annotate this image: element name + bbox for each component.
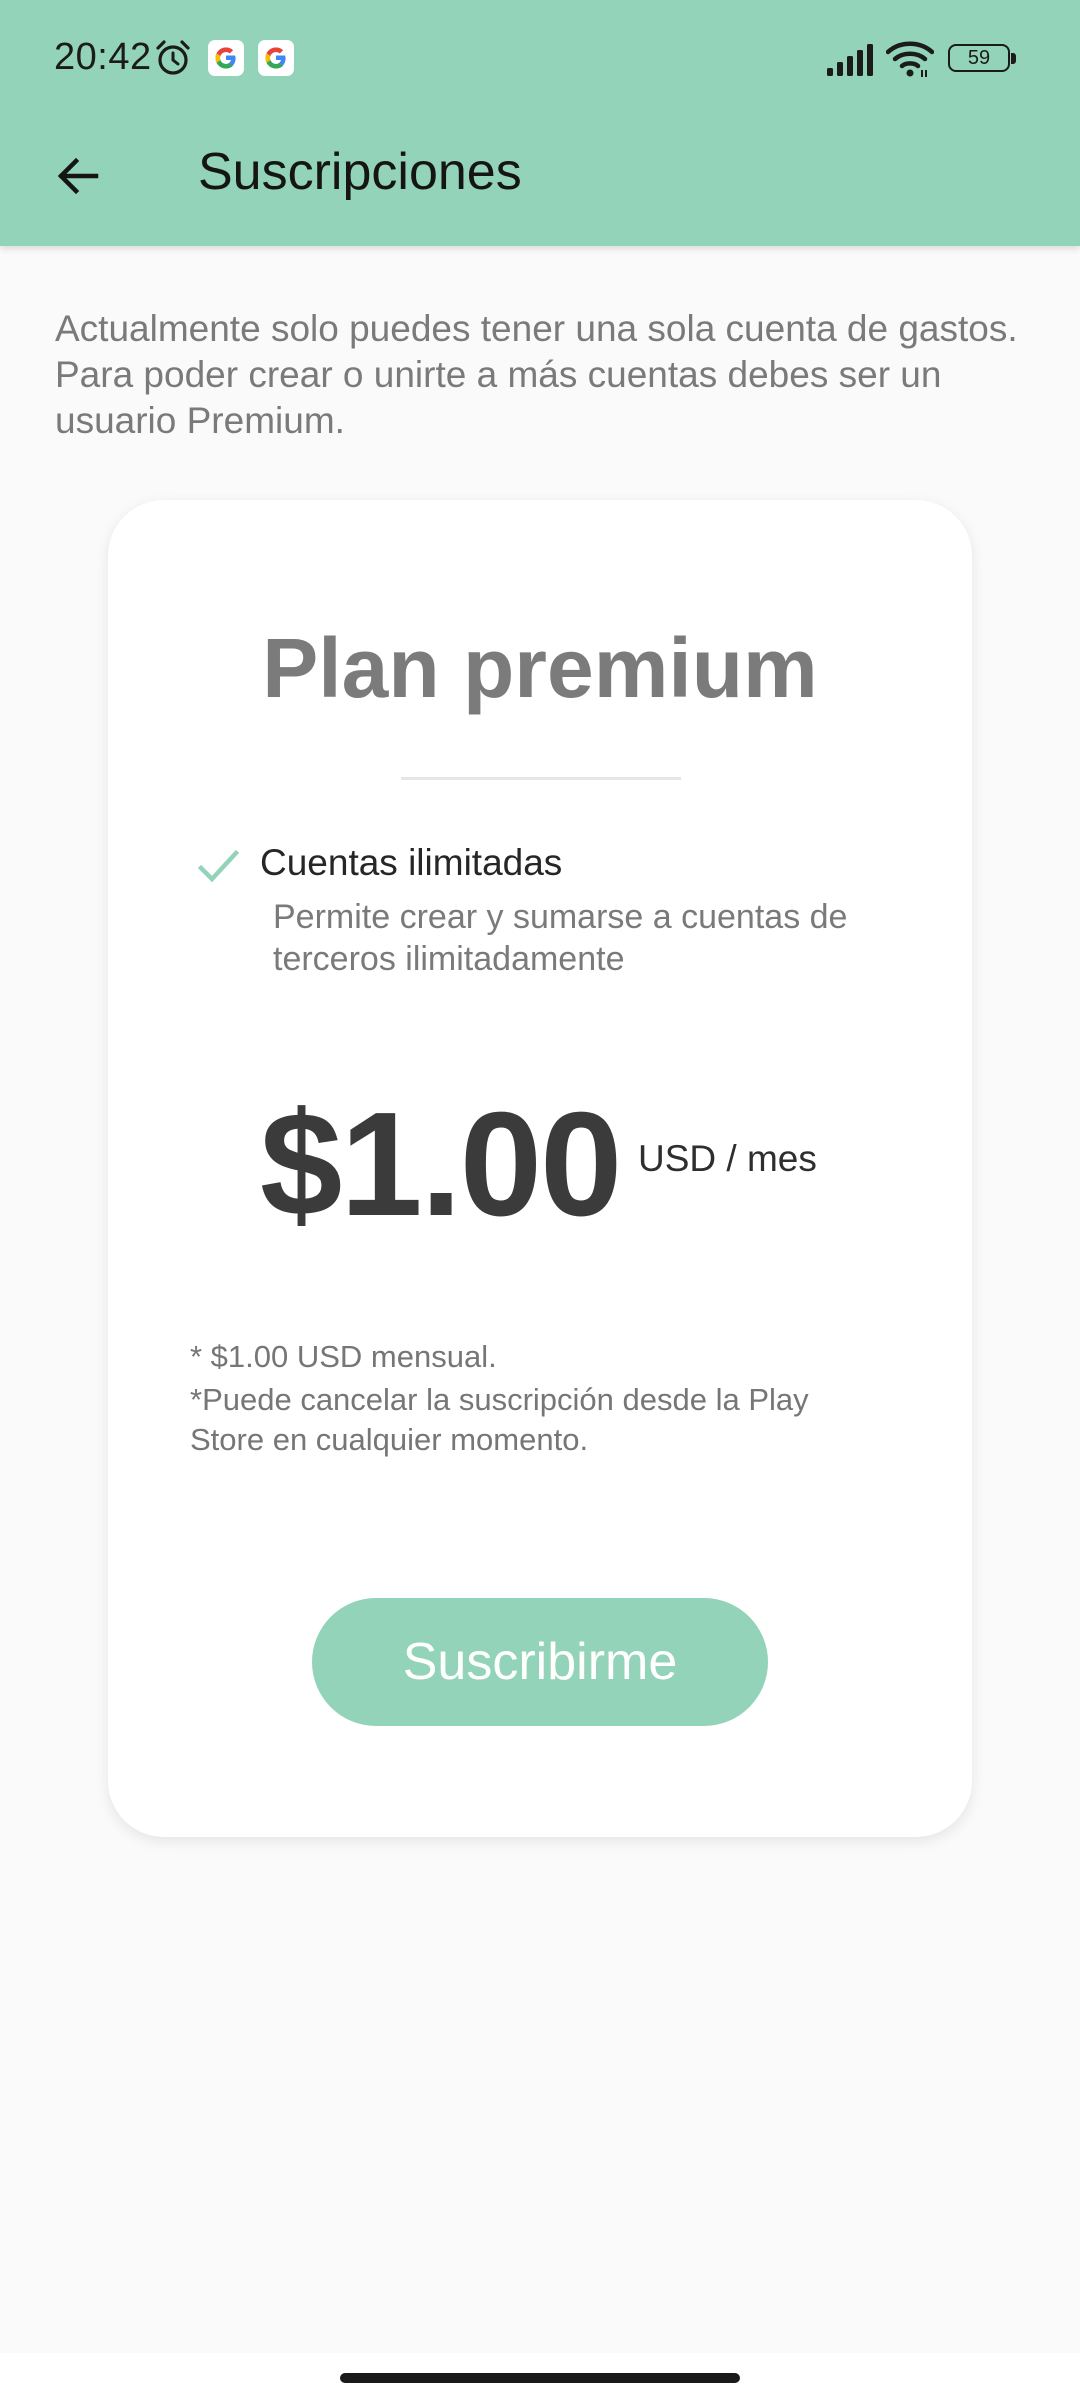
battery-level: 59 — [967, 47, 991, 69]
price-amount: $1.00 — [260, 1082, 622, 1247]
price-unit: USD / mes — [638, 1138, 817, 1179]
alarm-icon — [153, 38, 193, 78]
intro-text: Actualmente solo puedes tener una sola c… — [55, 308, 1018, 441]
home-indicator[interactable] — [340, 2373, 740, 2383]
feature-description: Permite crear y sumarse a cuentas de ter… — [273, 898, 848, 978]
subscribe-button[interactable]: Suscribirme — [312, 1598, 768, 1726]
cancel-note: *Puede cancelar la suscripción desde la … — [190, 1382, 809, 1457]
plan-title: Plan premium — [262, 621, 818, 715]
check-icon — [196, 844, 240, 888]
billing-note: * $1.00 USD mensual. — [190, 1339, 497, 1374]
battery-icon: 59 — [948, 44, 1020, 76]
feature-title: Cuentas ilimitadas — [260, 842, 563, 883]
wifi-icon — [885, 40, 935, 78]
page-title: Suscripciones — [198, 143, 522, 201]
google-icon — [208, 40, 244, 76]
back-button[interactable] — [34, 134, 122, 222]
app-bar: 20:42 59 Suscripciones — [0, 0, 1080, 246]
plan-card: Plan premium Cuentas ilimitadas Permite … — [108, 500, 972, 1837]
status-bar: 20:42 59 — [0, 0, 1080, 122]
divider — [401, 777, 681, 780]
status-time: 20:42 — [54, 36, 152, 78]
google-icon — [258, 40, 294, 76]
signal-icon — [826, 44, 876, 76]
arrow-back-icon — [54, 152, 102, 205]
